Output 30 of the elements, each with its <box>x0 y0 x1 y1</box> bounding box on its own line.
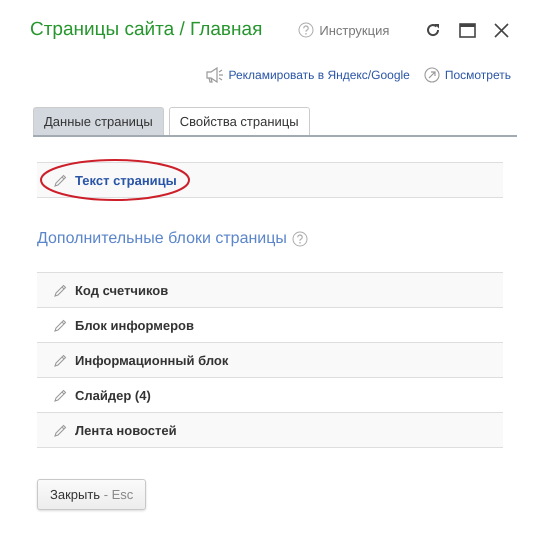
pencil-icon <box>54 388 67 402</box>
help-icon <box>298 22 314 38</box>
action-link[interactable]: Рекламировать в Яндекс/Google <box>206 67 410 83</box>
block-row[interactable]: Текст страницы <box>37 162 503 198</box>
pencil-icon <box>54 174 67 186</box>
pencil-icon <box>54 424 67 436</box>
section-heading: Дополнительные блоки страницы <box>37 230 287 248</box>
block-row[interactable]: Информационный блок <box>37 343 503 378</box>
megaphone-icon <box>206 67 224 83</box>
block-label: Слайдер (4) <box>75 388 151 402</box>
tab[interactable]: Свойства страницы <box>168 107 310 135</box>
block-label: Блок информеров <box>75 318 194 332</box>
pencil-icon <box>54 318 67 332</box>
block-row[interactable]: Лента новостей <box>37 413 503 448</box>
close-icon[interactable] <box>494 22 509 38</box>
block-row[interactable]: Код счетчиков <box>37 273 503 308</box>
window-title: Страницы сайта / Главная <box>30 19 262 41</box>
tab[interactable]: Данные страницы <box>33 107 164 135</box>
help-icon <box>292 231 308 247</box>
block-label: Лента новостей <box>75 422 177 438</box>
pencil-icon <box>54 284 67 296</box>
external-link-icon <box>424 67 440 83</box>
maximize-icon[interactable] <box>459 22 476 38</box>
instruction-link[interactable]: Инструкция <box>298 22 390 38</box>
pencil-icon <box>54 354 67 366</box>
refresh-icon[interactable] <box>425 22 441 38</box>
block-label: Код счетчиков <box>75 282 168 298</box>
action-link[interactable]: Посмотреть <box>424 67 511 83</box>
block-label: Информационный блок <box>75 352 228 368</box>
close-button[interactable]: Закрыть - Esc <box>37 479 146 510</box>
